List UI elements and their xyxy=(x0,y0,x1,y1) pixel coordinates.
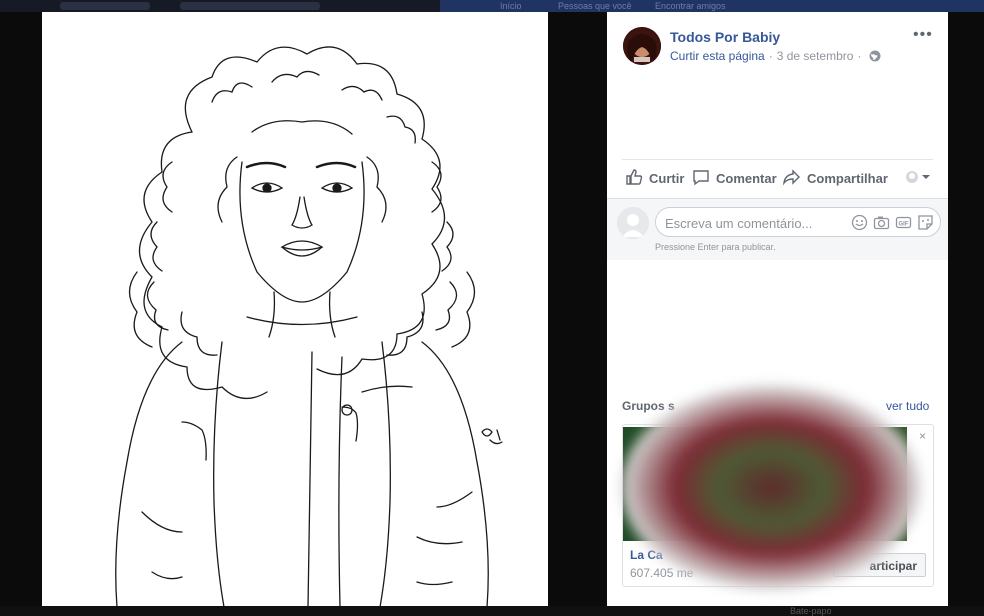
more-options-icon[interactable]: ••• xyxy=(913,26,933,44)
comment-icon xyxy=(692,168,716,189)
share-button[interactable]: Compartilhar xyxy=(782,165,888,191)
like-label: Curtir xyxy=(649,170,685,186)
svg-text:GIF: GIF xyxy=(899,222,909,228)
top-navigation-bar: Início Pessoas que você Encontrar amigos xyxy=(0,0,984,12)
page-avatar[interactable] xyxy=(623,27,661,65)
meta-separator-2: · xyxy=(857,49,862,63)
comment-label: Comentar xyxy=(716,170,777,186)
see-all-link[interactable]: ver tudo xyxy=(886,399,929,413)
privacy-blur-overlay xyxy=(621,385,921,590)
browser-tab-shadow xyxy=(60,2,150,10)
comment-placeholder: Escreva um comentário... xyxy=(665,216,813,231)
audience-selector[interactable] xyxy=(905,165,937,191)
comment-tools: GIF xyxy=(851,214,934,236)
comment-input[interactable]: Escreva um comentário... GIF xyxy=(655,207,941,237)
suggested-groups-title: Grupos s xyxy=(622,399,675,413)
chat-bar: Bate-papo xyxy=(0,606,984,616)
comment-hint: Pressione Enter para publicar. xyxy=(655,242,776,252)
share-icon xyxy=(782,168,807,189)
post-date[interactable]: 3 de setembro xyxy=(777,49,854,63)
audience-icon xyxy=(905,170,937,187)
close-icon[interactable]: × xyxy=(919,429,926,443)
line-drawing-portrait xyxy=(115,46,503,606)
post-actions-bar: Curtir Comentar Compartilhar xyxy=(622,165,933,191)
globe-icon xyxy=(869,50,881,65)
camera-icon[interactable] xyxy=(873,214,890,236)
comment-button[interactable]: Comentar xyxy=(692,165,777,191)
post-photo[interactable] xyxy=(42,12,548,606)
meta-separator: · xyxy=(768,49,773,63)
nav-link-home[interactable]: Início xyxy=(500,1,522,11)
sticker-icon[interactable] xyxy=(917,214,934,236)
post-meta: Curtir esta página · 3 de setembro · xyxy=(670,49,881,65)
actions-divider xyxy=(622,159,933,160)
emoji-icon[interactable] xyxy=(851,214,868,236)
nav-link-find-friends[interactable]: Encontrar amigos xyxy=(655,1,726,11)
share-label: Compartilhar xyxy=(807,170,888,186)
page-name-link[interactable]: Todos Por Babiy xyxy=(670,29,780,45)
nav-link-people[interactable]: Pessoas que você xyxy=(558,1,632,11)
like-page-link[interactable]: Curtir esta página xyxy=(670,49,765,63)
gif-icon[interactable]: GIF xyxy=(895,214,912,236)
like-button[interactable]: Curtir xyxy=(625,165,684,191)
comment-composer: Escreva um comentário... GIF Pressione E… xyxy=(607,198,948,260)
like-icon xyxy=(625,168,649,189)
browser-tab-shadow xyxy=(180,2,320,10)
chat-label[interactable]: Bate-papo xyxy=(790,606,832,616)
user-avatar xyxy=(617,207,649,239)
